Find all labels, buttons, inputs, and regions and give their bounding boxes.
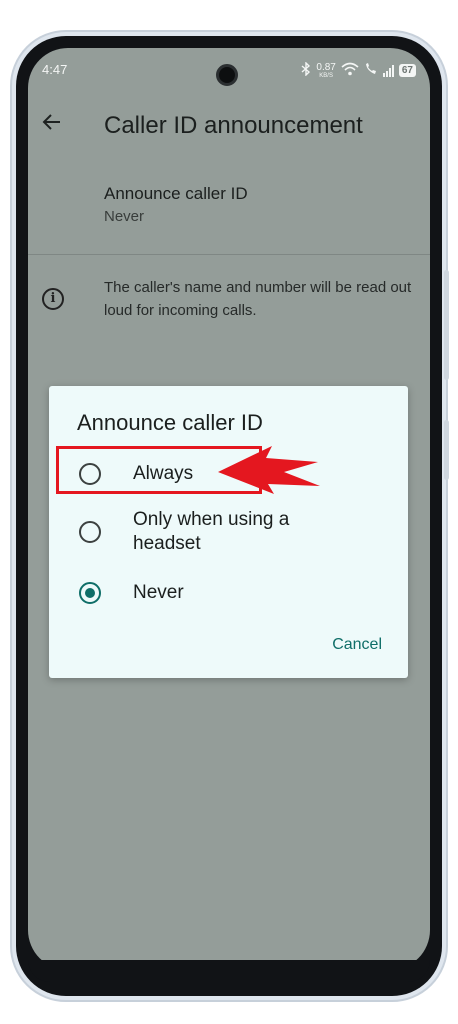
phone-chin <box>28 960 430 982</box>
red-arrow-icon <box>218 446 320 494</box>
front-camera <box>216 64 238 86</box>
page-title: Caller ID announcement <box>104 112 363 139</box>
power-button <box>444 420 449 480</box>
arrow-left-icon <box>42 114 60 130</box>
status-bar: 4:47 0.87 KB/S 67 <box>28 48 430 94</box>
setting-value: Never <box>104 208 145 225</box>
radio-headset[interactable] <box>79 521 101 543</box>
option-never[interactable]: Never <box>49 572 408 616</box>
wifi-icon <box>341 62 359 79</box>
battery-icon: 67 <box>398 64 416 77</box>
option-label: Never <box>133 582 184 603</box>
bluetooth-icon <box>301 61 311 79</box>
back-button[interactable] <box>40 110 70 140</box>
info-icon: i <box>42 288 64 310</box>
setting-label: Announce caller ID <box>104 184 248 203</box>
divider <box>28 254 430 255</box>
net-speed-unit: KB/S <box>319 72 333 79</box>
cancel-button[interactable]: Cancel <box>332 636 382 654</box>
status-time: 4:47 <box>42 62 68 77</box>
option-label: Only when using a headset <box>133 509 290 554</box>
wifi-call-icon <box>364 62 378 79</box>
radio-never[interactable] <box>79 582 101 604</box>
option-headset[interactable]: Only when using a headset <box>49 504 408 564</box>
volume-button <box>444 270 449 380</box>
signal-icon <box>382 64 394 77</box>
announce-caller-id-setting[interactable]: Announce caller ID Never <box>28 174 430 252</box>
net-speed-value: 0.87 <box>316 61 336 73</box>
net-speed: 0.87 KB/S <box>316 61 336 79</box>
announce-caller-id-dialog: Announce caller ID Always Only when usin… <box>49 386 408 678</box>
status-icons: 0.87 KB/S 67 <box>301 61 416 79</box>
info-text: The caller's name and number will be rea… <box>104 279 412 319</box>
screen: 4:47 0.87 KB/S 67 Caller ID announcement… <box>28 48 430 970</box>
